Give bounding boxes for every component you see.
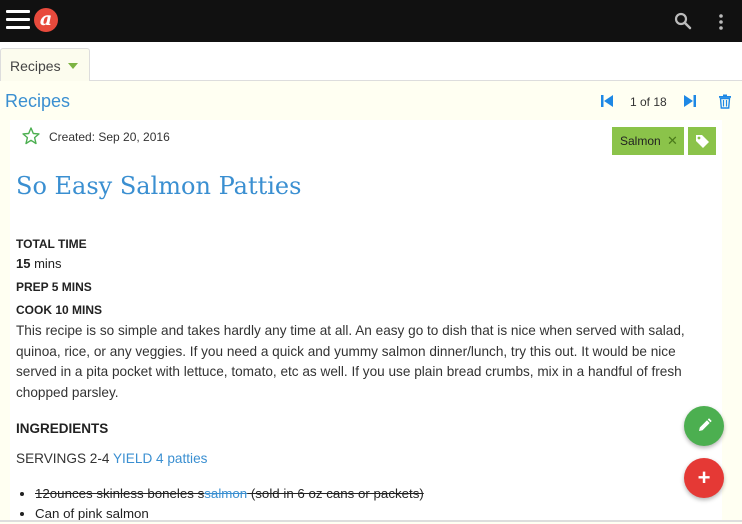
add-tag-button[interactable] [688, 127, 716, 155]
created-date: Created: Sep 20, 2016 [49, 130, 170, 144]
total-time-number: 15 [16, 256, 31, 271]
ingredient-item[interactable]: 12ounces skinless boneles ssalmon (sold … [35, 484, 424, 504]
chevron-down-icon[interactable] [68, 63, 78, 69]
ingredient-text: (sold in 6 oz cans or packets) [247, 486, 424, 501]
app-logo[interactable]: a [34, 8, 58, 32]
plus-icon: + [697, 465, 711, 490]
ingredients-heading: INGREDIENTS [16, 421, 109, 436]
prep-time-label: PREP 5 MINS [16, 280, 92, 294]
section-title[interactable]: Recipes [5, 91, 70, 112]
ingredient-list: 12ounces skinless boneles ssalmon (sold … [16, 484, 424, 524]
skip-first-icon[interactable] [600, 94, 614, 108]
tag-chip-salmon[interactable]: Salmon ✕ [612, 127, 684, 155]
ingredient-link[interactable]: salmon [204, 486, 247, 501]
total-time-label: TOTAL TIME [16, 237, 87, 251]
total-time-unit: mins [30, 256, 62, 271]
tag-icon [696, 135, 709, 148]
trash-icon[interactable] [718, 94, 732, 109]
recipe-description: This recipe is so simple and takes hardl… [16, 323, 685, 400]
pencil-icon [699, 418, 712, 431]
close-icon[interactable]: ✕ [667, 133, 678, 149]
edit-button[interactable] [684, 406, 724, 446]
total-time-value: 15 mins [16, 256, 62, 271]
servings-yield: SERVINGS 2-4 YIELD 4 patties [16, 451, 207, 466]
ingredient-text: 12ounces skinless boneles s [35, 486, 205, 501]
tag-label: Salmon [620, 134, 661, 148]
servings-text: SERVINGS 2-4 [16, 451, 113, 466]
top-app-bar: a [0, 0, 742, 42]
tab-strip: Recipes [0, 42, 742, 81]
tab-label: Recipes [10, 58, 61, 74]
recipe-title: So Easy Salmon Patties [16, 172, 302, 200]
hamburger-menu-icon[interactable] [6, 10, 30, 30]
tab-recipes[interactable]: Recipes [0, 48, 90, 81]
more-vertical-icon[interactable] [712, 12, 730, 32]
cook-time-label: COOK 10 MINS [16, 303, 103, 317]
search-icon[interactable] [674, 12, 692, 30]
skip-next-icon[interactable] [683, 94, 697, 108]
pagination-count: 1 of 18 [630, 95, 667, 109]
add-button[interactable]: + [684, 458, 724, 498]
star-icon[interactable] [22, 127, 40, 145]
yield-text: YIELD 4 patties [112, 451, 208, 466]
ingredient-text: Can of pink salmon [35, 506, 149, 521]
